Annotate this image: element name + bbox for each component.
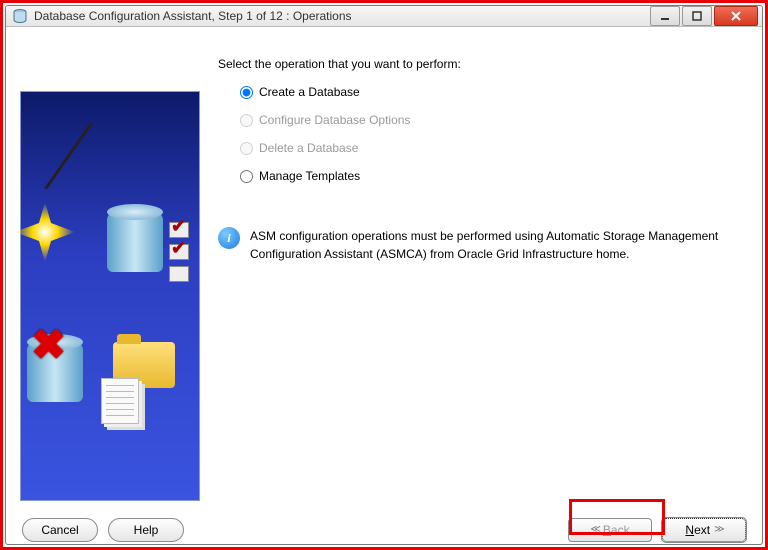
option-label: Manage Templates (259, 169, 360, 183)
radio-templates[interactable] (240, 170, 253, 183)
option-label: Delete a Database (259, 141, 358, 155)
window-title: Database Configuration Assistant, Step 1… (34, 9, 644, 23)
chevron-right-icon: ≫ (714, 524, 722, 535)
content-area: ✖ Select the operation that you want to … (6, 27, 762, 515)
footer: Cancel Help ≪ Back Next ≫ (6, 515, 762, 544)
close-button[interactable] (714, 6, 758, 26)
prompt-text: Select the operation that you want to pe… (218, 57, 748, 71)
option-label: Create a Database (259, 85, 360, 99)
info-icon: i (218, 227, 240, 249)
option-delete-database: Delete a Database (240, 141, 748, 155)
info-text: ASM configuration operations must be per… (250, 227, 748, 263)
info-message: i ASM configuration operations must be p… (218, 227, 748, 263)
operation-options: Create a Database Configure Database Opt… (240, 85, 748, 183)
wizard-graphic: ✖ (20, 91, 200, 501)
chevron-left-icon: ≪ (590, 524, 598, 535)
window-buttons (650, 6, 758, 26)
option-create-database[interactable]: Create a Database (240, 85, 748, 99)
radio-create[interactable] (240, 86, 253, 99)
next-button[interactable]: Next ≫ (662, 518, 746, 542)
back-button[interactable]: ≪ Back (568, 518, 652, 542)
option-manage-templates[interactable]: Manage Templates (240, 169, 748, 183)
option-configure-database: Configure Database Options (240, 113, 748, 127)
radio-configure (240, 114, 253, 127)
main-panel: Select the operation that you want to pe… (218, 41, 748, 501)
app-icon (12, 8, 28, 24)
wizard-window: Database Configuration Assistant, Step 1… (5, 5, 763, 545)
radio-delete (240, 142, 253, 155)
help-button[interactable]: Help (108, 518, 184, 542)
option-label: Configure Database Options (259, 113, 410, 127)
maximize-button[interactable] (682, 6, 712, 26)
minimize-button[interactable] (650, 6, 680, 26)
titlebar: Database Configuration Assistant, Step 1… (6, 6, 762, 27)
cancel-button[interactable]: Cancel (22, 518, 98, 542)
